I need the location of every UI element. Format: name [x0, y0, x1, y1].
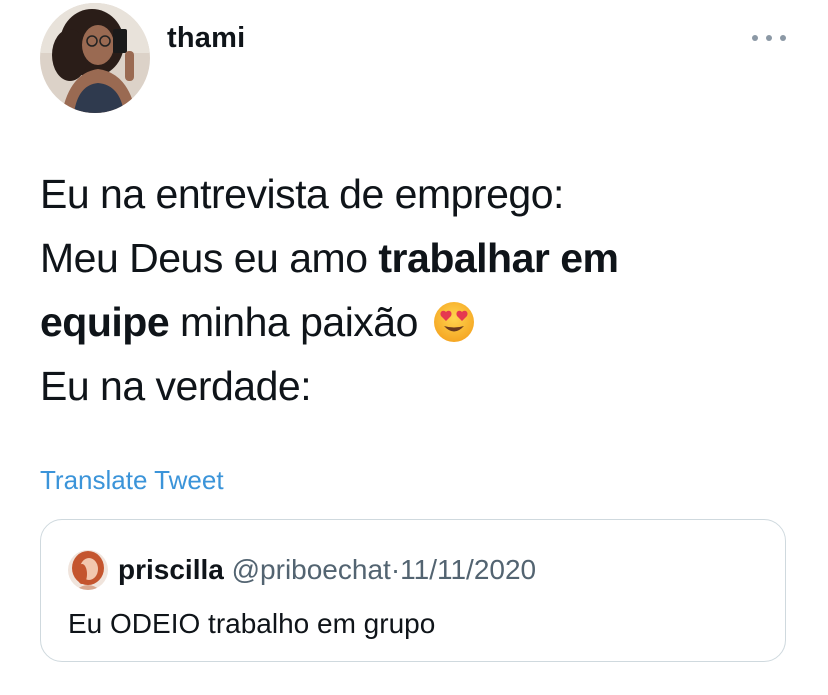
- tweet-text-segment: Eu na verdade:: [40, 363, 312, 409]
- tweet-text-bold: equipe: [40, 299, 170, 345]
- tweet-text: Eu na entrevista de emprego: Meu Deus eu…: [40, 162, 800, 418]
- author-display-name[interactable]: thami: [167, 20, 245, 56]
- more-options-button[interactable]: [752, 28, 786, 48]
- tweet-text-segment: Eu na entrevista de emprego:: [40, 171, 564, 217]
- quoted-handle[interactable]: @priboechat: [232, 554, 391, 585]
- heart-eyes-emoji-icon: [433, 297, 475, 342]
- tweet-text-line: Eu na verdade:: [40, 354, 800, 418]
- quoted-date[interactable]: 11/11/2020: [400, 554, 536, 585]
- quoted-separator: ·: [390, 554, 401, 585]
- translate-tweet-link[interactable]: Translate Tweet: [40, 463, 224, 497]
- quoted-tweet-text: Eu ODEIO trabalho em grupo: [68, 608, 436, 639]
- tweet-text-bold: trabalhar em: [378, 235, 619, 281]
- quoted-tweet-header: priscilla @priboechat·11/11/2020: [118, 550, 536, 590]
- author-avatar[interactable]: [40, 3, 150, 113]
- tweet-text-line: Eu na entrevista de emprego:: [40, 162, 800, 226]
- more-horizontal-icon: [766, 35, 772, 41]
- more-horizontal-icon: [752, 35, 758, 41]
- tweet-text-line: equipe minha paixão: [40, 290, 800, 354]
- tweet-text-line: Meu Deus eu amo trabalhar em: [40, 226, 800, 290]
- more-horizontal-icon: [780, 35, 786, 41]
- tweet-text-segment: Meu Deus eu amo: [40, 235, 379, 281]
- quoted-tweet-card[interactable]: priscilla @priboechat·11/11/2020 Eu ODEI…: [40, 519, 786, 662]
- quoted-display-name[interactable]: priscilla: [118, 554, 224, 585]
- quoted-author-avatar[interactable]: [68, 550, 108, 590]
- tweet-text-segment: minha paixão: [169, 299, 418, 345]
